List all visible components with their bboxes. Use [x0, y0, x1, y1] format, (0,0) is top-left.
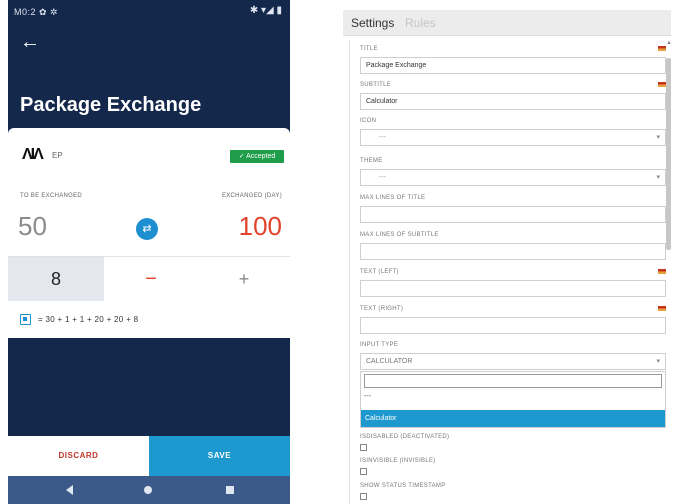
flag-icon[interactable]	[658, 306, 666, 311]
quantity-field[interactable]: 8	[8, 257, 104, 301]
subtitle-label: SUBTITLE	[360, 82, 392, 88]
invisible-checkbox[interactable]	[360, 468, 367, 475]
input-type-dropdown: --- Calculator	[360, 371, 666, 428]
panel-tabs: Settings Rules	[343, 10, 671, 36]
max-lines-subtitle-label: MAX LINES OF SUBTITLE	[360, 232, 439, 238]
timestamp-checkbox[interactable]	[360, 493, 367, 500]
timestamp-label: SHOW STATUS TIMESTAMP	[360, 483, 446, 489]
calculator-icon	[20, 314, 31, 325]
back-triangle-icon[interactable]	[66, 485, 73, 495]
settings-form: TITLE Package Exchange SUBTITLE Calculat…	[349, 40, 666, 504]
input-type-select[interactable]: CALCULATOR ▾	[360, 353, 666, 370]
input-type-value: CALCULATOR	[366, 358, 413, 365]
text-left-label: TEXT (LEFT)	[360, 269, 399, 275]
arrow-left-icon[interactable]: ←	[20, 32, 40, 52]
title-label: TITLE	[360, 46, 378, 52]
android-nav-bar	[8, 476, 290, 504]
home-circle-icon[interactable]	[144, 486, 152, 494]
flag-icon[interactable]	[658, 46, 666, 51]
settings-panel: Settings Rules TITLE Package Exchange SU…	[343, 10, 672, 504]
pallet-icon: ΛΙΛ	[22, 146, 44, 163]
tab-settings[interactable]: Settings	[351, 16, 394, 30]
flag-icon[interactable]	[658, 269, 666, 274]
status-left: M0:2 ✿ ✲	[14, 7, 59, 17]
calculation-formula: = 30 + 1 + 1 + 20 + 20 + 8	[38, 315, 139, 324]
text-left-field[interactable]	[360, 280, 666, 297]
status-bar: M0:2 ✿ ✲ ✱ ▾◢ ▮	[8, 0, 290, 24]
disabled-checkbox[interactable]	[360, 444, 367, 451]
dropdown-option-empty[interactable]: ---	[364, 393, 371, 400]
tab-rules[interactable]: Rules	[405, 16, 436, 30]
save-button[interactable]: SAVE	[149, 436, 290, 476]
dropdown-option-calculator[interactable]: Calculator	[361, 410, 665, 427]
invisible-label: ISINVISIBLE (INVISIBLE)	[360, 458, 436, 464]
exchanged-label: EXCHANGED (DAY)	[221, 193, 282, 199]
text-right-label: TEXT (RIGHT)	[360, 306, 404, 312]
package-code: EP	[52, 151, 63, 160]
minus-button[interactable]: −	[104, 257, 198, 301]
max-lines-title-field[interactable]	[360, 206, 666, 223]
icon-select-value: ---	[379, 134, 386, 141]
theme-select-value: ---	[379, 174, 386, 181]
plus-button[interactable]: +	[198, 257, 290, 301]
to-exchange-value: 50	[18, 211, 47, 241]
text-right-field[interactable]	[360, 317, 666, 334]
icon-select[interactable]: --- ▾	[360, 129, 666, 146]
theme-select[interactable]: --- ▾	[360, 169, 666, 186]
dropdown-search-input[interactable]	[364, 374, 662, 388]
icon-label: ICON	[360, 118, 377, 124]
discard-button[interactable]: DISCARD	[8, 436, 149, 476]
chevron-down-icon: ▾	[656, 174, 660, 181]
chevron-down-icon: ▾	[656, 358, 660, 365]
chevron-down-icon: ▾	[656, 134, 660, 141]
scrollbar[interactable]	[666, 58, 671, 250]
recents-square-icon[interactable]	[226, 486, 234, 494]
flag-icon[interactable]	[658, 82, 666, 87]
max-lines-title-label: MAX LINES OF TITLE	[360, 195, 426, 201]
theme-label: THEME	[360, 158, 383, 164]
disabled-label: ISDISABLED (DEACTIVATED)	[360, 434, 450, 440]
max-lines-subtitle-field[interactable]	[360, 243, 666, 260]
to-exchange-label: TO BE EXCHANGED	[20, 193, 83, 199]
swap-arrows-icon[interactable]: ⇄	[136, 218, 158, 240]
subtitle-field[interactable]: Calculator	[360, 93, 666, 110]
title-field[interactable]: Package Exchange	[360, 57, 666, 74]
input-type-label: INPUT TYPE	[360, 342, 399, 348]
status-badge: ✓ Accepted	[230, 150, 284, 163]
phone-screen: M0:2 ✿ ✲ ✱ ▾◢ ▮ ← Package Exchange ΛΙΛ E…	[8, 0, 290, 504]
exchanged-value: 100	[238, 211, 282, 241]
status-icons: ✱ ▾◢ ▮	[249, 5, 282, 16]
page-title: Package Exchange	[20, 94, 202, 116]
scroll-up-icon[interactable]: ▲	[666, 40, 672, 46]
